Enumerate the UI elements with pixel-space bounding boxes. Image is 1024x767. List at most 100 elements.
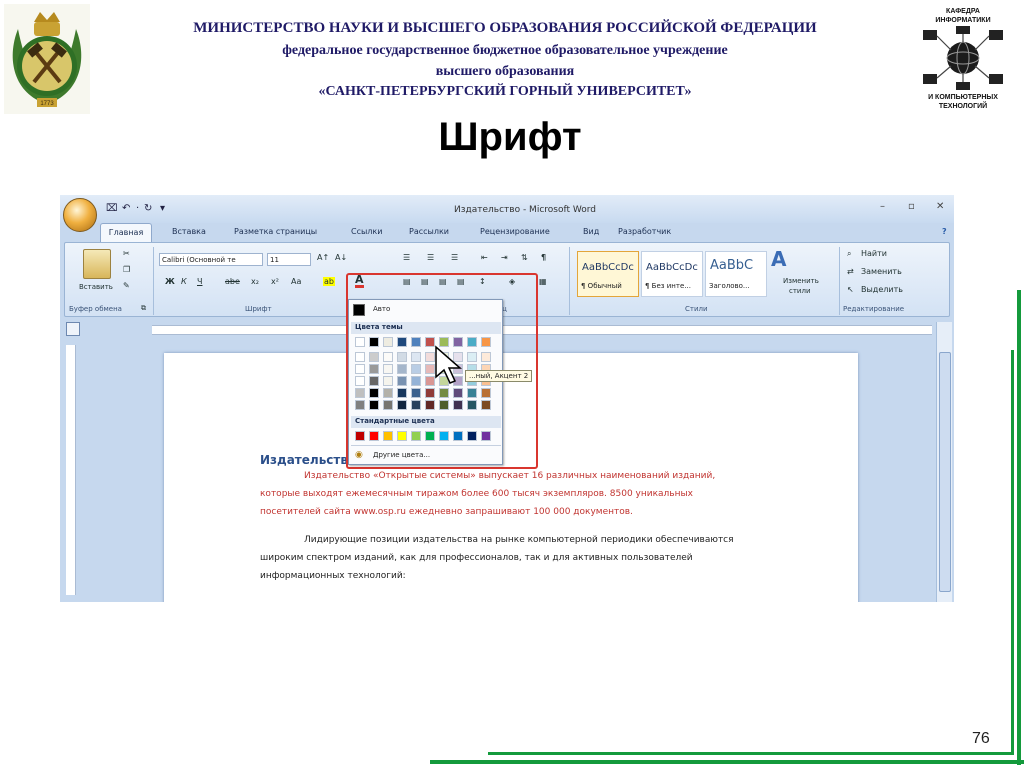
theme-shade-swatch[interactable]	[369, 388, 379, 398]
replace-button[interactable]: Заменить	[861, 267, 902, 276]
theme-shade-swatch[interactable]	[453, 400, 463, 410]
style-no-spacing[interactable]: AaBbCcDc ¶ Без инте...	[641, 251, 703, 297]
clipboard-launcher-icon[interactable]: ⧉	[141, 304, 146, 313]
tab-home[interactable]: Главная	[100, 223, 152, 243]
tab-page-layout[interactable]: Разметка страницы	[234, 227, 317, 236]
standard-color-swatch[interactable]	[425, 431, 435, 441]
grow-font-button[interactable]: A↑	[317, 253, 329, 262]
theme-shade-swatch[interactable]	[355, 352, 365, 362]
auto-color-option[interactable]: Авто	[373, 305, 390, 313]
theme-shade-swatch[interactable]	[467, 352, 477, 362]
shrink-font-button[interactable]: A↓	[335, 253, 347, 262]
theme-shade-swatch[interactable]	[383, 376, 393, 386]
theme-shade-swatch[interactable]	[425, 400, 435, 410]
decrease-indent-icon[interactable]: ⇤	[481, 253, 488, 262]
theme-color-swatch[interactable]	[481, 337, 491, 347]
customize-qat-icon[interactable]: ▾	[160, 203, 165, 214]
theme-shade-swatch[interactable]	[383, 388, 393, 398]
theme-shade-swatch[interactable]	[397, 376, 407, 386]
copy-icon[interactable]: ❐	[123, 265, 130, 274]
standard-color-swatch[interactable]	[453, 431, 463, 441]
theme-shade-swatch[interactable]	[411, 364, 421, 374]
standard-color-swatch[interactable]	[439, 431, 449, 441]
scrollbar-thumb[interactable]	[939, 352, 951, 592]
theme-shade-swatch[interactable]	[481, 352, 491, 362]
cut-icon[interactable]: ✂	[123, 249, 130, 258]
theme-shade-swatch[interactable]	[411, 388, 421, 398]
strikethrough-button[interactable]: abe	[225, 277, 240, 286]
change-styles-icon[interactable]: A	[771, 247, 786, 271]
multilevel-list-icon[interactable]: ☰	[451, 253, 458, 262]
numbering-icon[interactable]: ☰	[427, 253, 434, 262]
sort-icon[interactable]: ⇅	[521, 253, 528, 262]
style-heading[interactable]: AaBbC Заголово...	[705, 251, 767, 297]
select-icon[interactable]: ↖	[847, 285, 854, 294]
theme-shade-swatch[interactable]	[397, 388, 407, 398]
maximize-button[interactable]: ▫	[908, 201, 915, 212]
theme-shade-swatch[interactable]	[383, 364, 393, 374]
show-marks-button[interactable]: ¶	[541, 253, 546, 262]
theme-color-swatch[interactable]	[411, 337, 421, 347]
save-icon[interactable]: ⌧	[106, 203, 118, 214]
borders-icon[interactable]: ▦	[539, 277, 547, 286]
find-icon[interactable]: ⌕	[847, 249, 851, 259]
theme-shade-swatch[interactable]	[439, 400, 449, 410]
standard-color-swatch[interactable]	[397, 431, 407, 441]
theme-shade-swatch[interactable]	[369, 352, 379, 362]
paste-icon[interactable]	[83, 249, 111, 279]
theme-color-swatch[interactable]	[467, 337, 477, 347]
vertical-scrollbar[interactable]	[936, 322, 952, 602]
horizontal-ruler[interactable]	[152, 325, 932, 335]
tab-references[interactable]: Ссылки	[351, 227, 382, 236]
tab-insert[interactable]: Вставка	[172, 227, 206, 236]
font-size-combobox[interactable]: 11	[267, 253, 311, 266]
theme-shade-swatch[interactable]	[467, 388, 477, 398]
theme-shade-swatch[interactable]	[411, 352, 421, 362]
bullets-icon[interactable]: ☰	[403, 253, 410, 262]
theme-shade-swatch[interactable]	[481, 388, 491, 398]
tab-mailings[interactable]: Рассылки	[409, 227, 449, 236]
change-styles-label-2[interactable]: стили	[789, 287, 811, 295]
minimize-button[interactable]: –	[880, 201, 885, 212]
standard-color-swatch[interactable]	[411, 431, 421, 441]
theme-shade-swatch[interactable]	[397, 400, 407, 410]
font-name-combobox[interactable]: Calibri (Основной те	[159, 253, 263, 266]
theme-color-swatch[interactable]	[369, 337, 379, 347]
theme-shade-swatch[interactable]	[439, 388, 449, 398]
theme-shade-swatch[interactable]	[425, 388, 435, 398]
italic-button[interactable]: К	[181, 277, 187, 286]
standard-color-swatch[interactable]	[369, 431, 379, 441]
change-case-button[interactable]: Aa	[291, 277, 301, 286]
theme-color-swatch[interactable]	[383, 337, 393, 347]
bold-button[interactable]: Ж	[165, 277, 175, 286]
standard-color-swatch[interactable]	[383, 431, 393, 441]
theme-shade-swatch[interactable]	[355, 400, 365, 410]
format-painter-icon[interactable]: ✎	[123, 281, 130, 290]
theme-shade-swatch[interactable]	[355, 364, 365, 374]
close-button[interactable]: ✕	[936, 201, 944, 212]
theme-shade-swatch[interactable]	[467, 400, 477, 410]
standard-color-swatch[interactable]	[355, 431, 365, 441]
theme-shade-swatch[interactable]	[453, 388, 463, 398]
theme-shade-swatch[interactable]	[355, 376, 365, 386]
theme-shade-swatch[interactable]	[383, 352, 393, 362]
highlight-button[interactable]: ab	[323, 277, 335, 286]
theme-shade-swatch[interactable]	[369, 400, 379, 410]
theme-color-swatch[interactable]	[397, 337, 407, 347]
change-styles-label-1[interactable]: Изменить	[783, 277, 819, 285]
help-icon[interactable]: ?	[942, 227, 947, 236]
theme-shade-swatch[interactable]	[355, 388, 365, 398]
auto-color-swatch[interactable]	[353, 304, 365, 316]
increase-indent-icon[interactable]: ⇥	[501, 253, 508, 262]
theme-shade-swatch[interactable]	[481, 400, 491, 410]
tab-developer[interactable]: Разработчик	[618, 227, 671, 236]
theme-shade-swatch[interactable]	[369, 376, 379, 386]
style-normal[interactable]: AaBbCcDc ¶ Обычный	[577, 251, 639, 297]
theme-shade-swatch[interactable]	[369, 364, 379, 374]
standard-color-swatch[interactable]	[481, 431, 491, 441]
theme-shade-swatch[interactable]	[383, 400, 393, 410]
select-button[interactable]: Выделить	[861, 285, 903, 294]
theme-shade-swatch[interactable]	[397, 364, 407, 374]
undo-icon[interactable]: ↶	[122, 203, 130, 214]
find-button[interactable]: Найти	[861, 249, 887, 258]
